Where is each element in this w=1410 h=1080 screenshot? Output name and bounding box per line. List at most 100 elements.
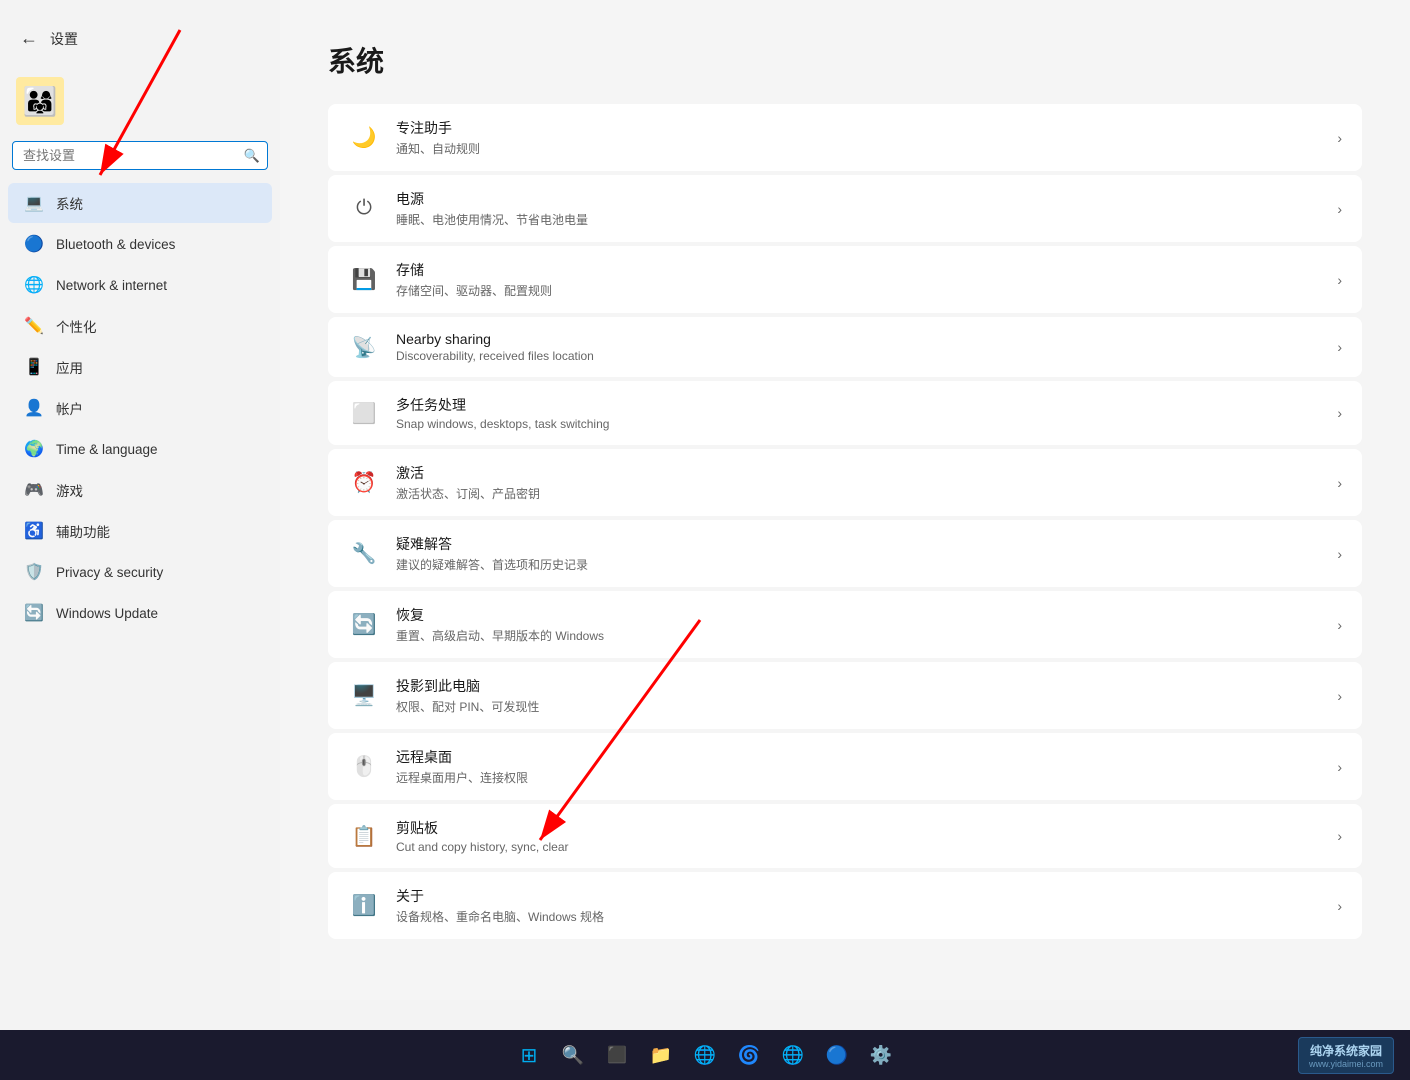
- item-title-clipboard: 剪贴板: [396, 818, 1321, 838]
- item-desc-remote: 远程桌面用户、连接权限: [396, 769, 1321, 786]
- page-title: 系统: [328, 40, 1362, 80]
- item-icon-nearby: 📡: [348, 331, 380, 363]
- nav-label-system: 系统: [56, 193, 83, 213]
- item-text-power: 电源 睡眠、电池使用情况、节省电池电量: [396, 189, 1321, 228]
- settings-item-storage[interactable]: 💾 存储 存储空间、驱动器、配置规则 ›: [328, 246, 1362, 313]
- item-desc-clipboard: Cut and copy history, sync, clear: [396, 840, 1321, 854]
- nav-label-update: Windows Update: [56, 606, 158, 621]
- item-text-focus: 专注助手 通知、自动规则: [396, 118, 1321, 157]
- item-title-activation: 激活: [396, 463, 1321, 483]
- sidebar-item-update[interactable]: 🔄 Windows Update: [8, 593, 272, 633]
- item-text-clipboard: 剪贴板 Cut and copy history, sync, clear: [396, 818, 1321, 854]
- taskbar-center: ⊞ 🔍 ⬛ 📁 🌐 🌀 🌐 🔵 ⚙️: [509, 1035, 901, 1075]
- taskbar-taskview[interactable]: ⬛: [597, 1035, 637, 1075]
- sidebar-item-gaming[interactable]: 🎮 游戏: [8, 470, 272, 510]
- item-text-activation: 激活 激活状态、订阅、产品密钥: [396, 463, 1321, 502]
- item-text-about: 关于 设备规格、重命名电脑、Windows 规格: [396, 886, 1321, 925]
- taskbar-icon1[interactable]: 🌐: [773, 1035, 813, 1075]
- item-title-power: 电源: [396, 189, 1321, 209]
- nav-label-personalization: 个性化: [56, 316, 97, 336]
- item-title-focus: 专注助手: [396, 118, 1321, 138]
- sidebar-item-apps[interactable]: 📱 应用: [8, 347, 272, 387]
- item-icon-power: ⏻: [348, 193, 380, 225]
- taskbar-explorer[interactable]: 📁: [641, 1035, 681, 1075]
- nav-icon-system: 💻: [24, 193, 44, 213]
- nav-list: 💻 系统 🔵 Bluetooth & devices 🌐 Network & i…: [0, 182, 280, 634]
- avatar: 👨‍👩‍👧: [16, 77, 64, 125]
- settings-item-power[interactable]: ⏻ 电源 睡眠、电池使用情况、节省电池电量 ›: [328, 175, 1362, 242]
- item-icon-activation: ⏰: [348, 467, 380, 499]
- sidebar-header: ← 设置: [0, 16, 280, 69]
- sidebar-item-accounts[interactable]: 👤 帐户: [8, 388, 272, 428]
- nav-icon-time: 🌍: [24, 439, 44, 459]
- back-button[interactable]: ←: [16, 24, 42, 53]
- sidebar-item-bluetooth[interactable]: 🔵 Bluetooth & devices: [8, 224, 272, 264]
- item-desc-nearby: Discoverability, received files location: [396, 349, 1321, 363]
- settings-item-troubleshoot[interactable]: 🔧 疑难解答 建议的疑难解答、首选项和历史记录 ›: [328, 520, 1362, 587]
- nav-icon-personalization: ✏️: [24, 316, 44, 336]
- item-desc-recovery: 重置、高级启动、早期版本的 Windows: [396, 627, 1321, 644]
- settings-list: 🌙 专注助手 通知、自动规则 › ⏻ 电源 睡眠、电池使用情况、节省电池电量 ›…: [328, 104, 1362, 939]
- item-icon-focus: 🌙: [348, 122, 380, 154]
- watermark-title: 纯净系统家园: [1309, 1042, 1383, 1059]
- item-desc-focus: 通知、自动规则: [396, 140, 1321, 157]
- settings-item-remote[interactable]: 🖱️ 远程桌面 远程桌面用户、连接权限 ›: [328, 733, 1362, 800]
- item-text-storage: 存储 存储空间、驱动器、配置规则: [396, 260, 1321, 299]
- item-desc-activation: 激活状态、订阅、产品密钥: [396, 485, 1321, 502]
- nav-icon-bluetooth: 🔵: [24, 234, 44, 254]
- item-icon-about: ℹ️: [348, 890, 380, 922]
- sidebar-item-time[interactable]: 🌍 Time & language: [8, 429, 272, 469]
- sidebar-item-system[interactable]: 💻 系统: [8, 183, 272, 223]
- item-desc-troubleshoot: 建议的疑难解答、首选项和历史记录: [396, 556, 1321, 573]
- chevron-icon-recovery: ›: [1337, 617, 1342, 633]
- item-desc-multitask: Snap windows, desktops, task switching: [396, 417, 1321, 431]
- start-button[interactable]: ⊞: [509, 1035, 549, 1075]
- chevron-icon-focus: ›: [1337, 130, 1342, 146]
- sidebar-item-network[interactable]: 🌐 Network & internet: [8, 265, 272, 305]
- nav-icon-accounts: 👤: [24, 398, 44, 418]
- item-desc-storage: 存储空间、驱动器、配置规则: [396, 282, 1321, 299]
- nav-label-gaming: 游戏: [56, 480, 83, 500]
- sidebar-item-personalization[interactable]: ✏️ 个性化: [8, 306, 272, 346]
- item-title-project: 投影到此电脑: [396, 676, 1321, 696]
- taskbar-edge[interactable]: 🌐: [685, 1035, 725, 1075]
- item-title-troubleshoot: 疑难解答: [396, 534, 1321, 554]
- sidebar-item-accessibility[interactable]: ♿ 辅助功能: [8, 511, 272, 551]
- watermark-url: www.yidaimei.com: [1309, 1059, 1383, 1069]
- sidebar: ← 设置 👨‍👩‍👧 🔍 💻 系统 🔵 Bluetooth & devices …: [0, 0, 280, 1000]
- item-desc-power: 睡眠、电池使用情况、节省电池电量: [396, 211, 1321, 228]
- item-text-project: 投影到此电脑 权限、配对 PIN、可发现性: [396, 676, 1321, 715]
- item-icon-multitask: ⬜: [348, 397, 380, 429]
- chevron-icon-clipboard: ›: [1337, 828, 1342, 844]
- settings-item-activation[interactable]: ⏰ 激活 激活状态、订阅、产品密钥 ›: [328, 449, 1362, 516]
- taskbar-settings[interactable]: ⚙️: [861, 1035, 901, 1075]
- chevron-icon-troubleshoot: ›: [1337, 546, 1342, 562]
- settings-item-focus[interactable]: 🌙 专注助手 通知、自动规则 ›: [328, 104, 1362, 171]
- item-text-remote: 远程桌面 远程桌面用户、连接权限: [396, 747, 1321, 786]
- search-input[interactable]: [12, 141, 268, 170]
- item-title-storage: 存储: [396, 260, 1321, 280]
- nav-icon-privacy: 🛡️: [24, 562, 44, 582]
- main-content: 系统 🌙 专注助手 通知、自动规则 › ⏻ 电源 睡眠、电池使用情况、节省电池电…: [280, 0, 1410, 1000]
- taskbar-search[interactable]: 🔍: [553, 1035, 593, 1075]
- search-box: 🔍: [12, 141, 268, 170]
- nav-icon-update: 🔄: [24, 603, 44, 623]
- window-title: 设置: [50, 29, 78, 49]
- nav-icon-apps: 📱: [24, 357, 44, 377]
- watermark: 纯净系统家园 www.yidaimei.com: [1298, 1037, 1394, 1074]
- settings-item-project[interactable]: 🖥️ 投影到此电脑 权限、配对 PIN、可发现性 ›: [328, 662, 1362, 729]
- settings-item-nearby[interactable]: 📡 Nearby sharing Discoverability, receiv…: [328, 317, 1362, 377]
- settings-item-recovery[interactable]: 🔄 恢复 重置、高级启动、早期版本的 Windows ›: [328, 591, 1362, 658]
- chevron-icon-multitask: ›: [1337, 405, 1342, 421]
- settings-item-multitask[interactable]: ⬜ 多任务处理 Snap windows, desktops, task swi…: [328, 381, 1362, 445]
- item-title-nearby: Nearby sharing: [396, 331, 1321, 347]
- taskbar-chrome[interactable]: 🌀: [729, 1035, 769, 1075]
- settings-item-clipboard[interactable]: 📋 剪贴板 Cut and copy history, sync, clear …: [328, 804, 1362, 868]
- item-icon-storage: 💾: [348, 264, 380, 296]
- settings-item-about[interactable]: ℹ️ 关于 设备规格、重命名电脑、Windows 规格 ›: [328, 872, 1362, 939]
- chevron-icon-storage: ›: [1337, 272, 1342, 288]
- item-text-troubleshoot: 疑难解答 建议的疑难解答、首选项和历史记录: [396, 534, 1321, 573]
- chevron-icon-project: ›: [1337, 688, 1342, 704]
- taskbar-icon2[interactable]: 🔵: [817, 1035, 857, 1075]
- sidebar-item-privacy[interactable]: 🛡️ Privacy & security: [8, 552, 272, 592]
